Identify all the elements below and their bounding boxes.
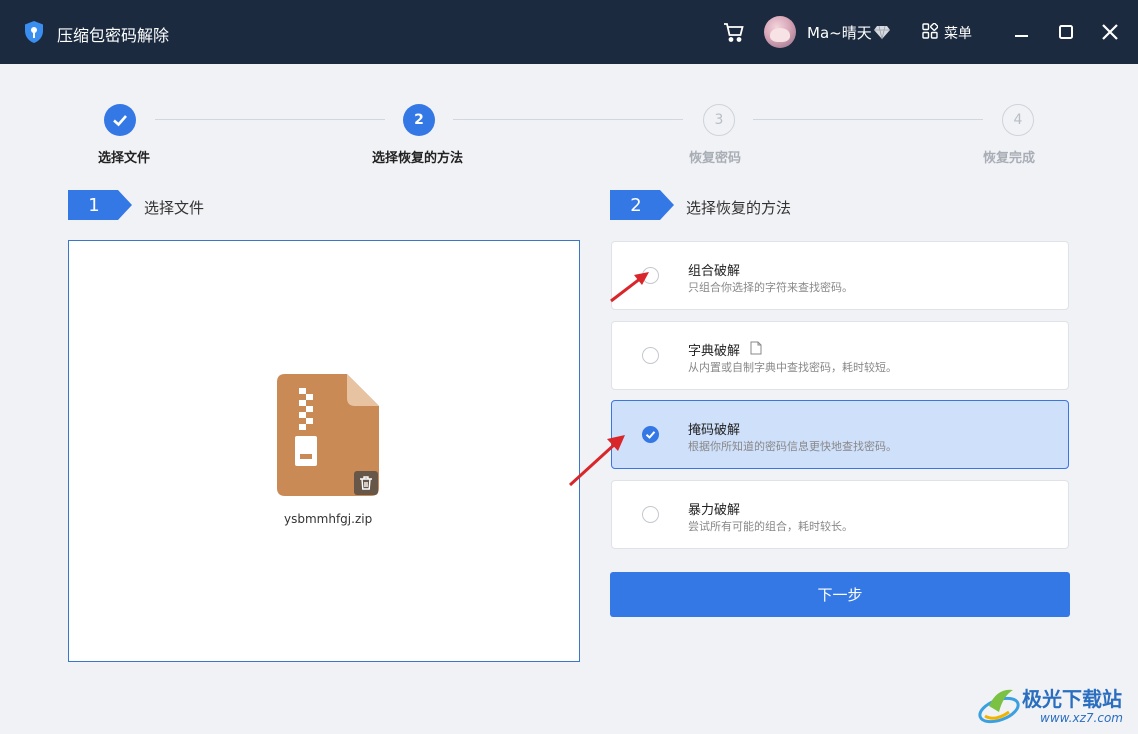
step-1-label: 选择文件	[98, 151, 151, 166]
option-mask[interactable]: 掩码破解 根据你所知道的密码信息更快地查找密码。	[611, 400, 1069, 469]
document-icon[interactable]	[750, 341, 762, 355]
trash-icon	[360, 476, 372, 490]
section-2-title: 选择恢复的方法	[686, 199, 792, 217]
annotation-arrow-icon	[610, 272, 649, 303]
radio-button[interactable]	[642, 426, 659, 443]
option-title: 组合破解	[688, 264, 741, 279]
step-3-circle: 3	[703, 104, 735, 136]
option-description: 根据你所知道的密码信息更快地查找密码。	[688, 440, 897, 453]
delete-file-button[interactable]	[354, 471, 378, 495]
option-title: 字典破解	[688, 344, 741, 359]
option-dictionary[interactable]: 字典破解 从内置或自制字典中查找密码，耗时较短。	[611, 321, 1069, 390]
file-name: ysbmmhfgj.zip	[284, 512, 373, 526]
option-description: 只组合你选择的字符来查找密码。	[688, 281, 853, 294]
watermark-logo	[978, 689, 1020, 724]
step-3-label: 恢复密码	[689, 151, 742, 166]
app-title: 压缩包密码解除	[57, 26, 170, 45]
step-connector	[753, 119, 983, 120]
option-brute-force[interactable]: 暴力破解 尝试所有可能的组合，耗时较长。	[611, 480, 1069, 549]
option-description: 尝试所有可能的组合，耗时较长。	[688, 520, 853, 533]
radio-button[interactable]	[642, 347, 659, 364]
option-combination[interactable]: 组合破解 只组合你选择的字符来查找密码。	[611, 241, 1069, 310]
username[interactable]: Ma~晴天	[807, 22, 872, 43]
check-icon	[645, 431, 656, 439]
section-1-title: 选择文件	[144, 199, 205, 217]
watermark-name: 极光下载站	[1022, 687, 1122, 711]
step-1-check	[104, 104, 136, 136]
option-title: 暴力破解	[688, 503, 741, 518]
step-2-circle: 2	[403, 104, 435, 136]
grid-menu-icon[interactable]	[922, 23, 938, 39]
step-4-label: 恢复完成	[983, 151, 1036, 166]
diamond-icon	[874, 25, 890, 40]
option-title: 掩码破解	[688, 423, 741, 438]
step-connector	[155, 119, 385, 120]
close-icon[interactable]	[1100, 22, 1120, 42]
step-connector	[453, 119, 683, 120]
section-number-tag	[610, 190, 674, 220]
next-step-button[interactable]: 下一步	[610, 572, 1070, 617]
maximize-icon[interactable]	[1056, 22, 1076, 42]
section-number-tag	[68, 190, 132, 220]
step-4-circle: 4	[1002, 104, 1034, 136]
section-1-number: 1	[88, 195, 100, 216]
minimize-icon[interactable]	[1012, 22, 1032, 42]
avatar[interactable]	[764, 16, 796, 48]
radio-button[interactable]	[642, 506, 659, 523]
option-description: 从内置或自制字典中查找密码，耗时较短。	[688, 361, 897, 374]
title-bar: 压缩包密码解除 Ma~晴天 菜单	[0, 0, 1138, 64]
menu-button[interactable]: 菜单	[944, 23, 972, 43]
step-2-label: 选择恢复的方法	[372, 151, 464, 166]
cart-icon[interactable]	[722, 20, 746, 44]
section-2-number: 2	[630, 195, 642, 216]
check-icon	[113, 115, 127, 127]
annotation-arrow-icon	[568, 435, 625, 487]
shield-lock-icon	[25, 21, 43, 43]
watermark-url: www.xz7.com	[1040, 711, 1123, 725]
